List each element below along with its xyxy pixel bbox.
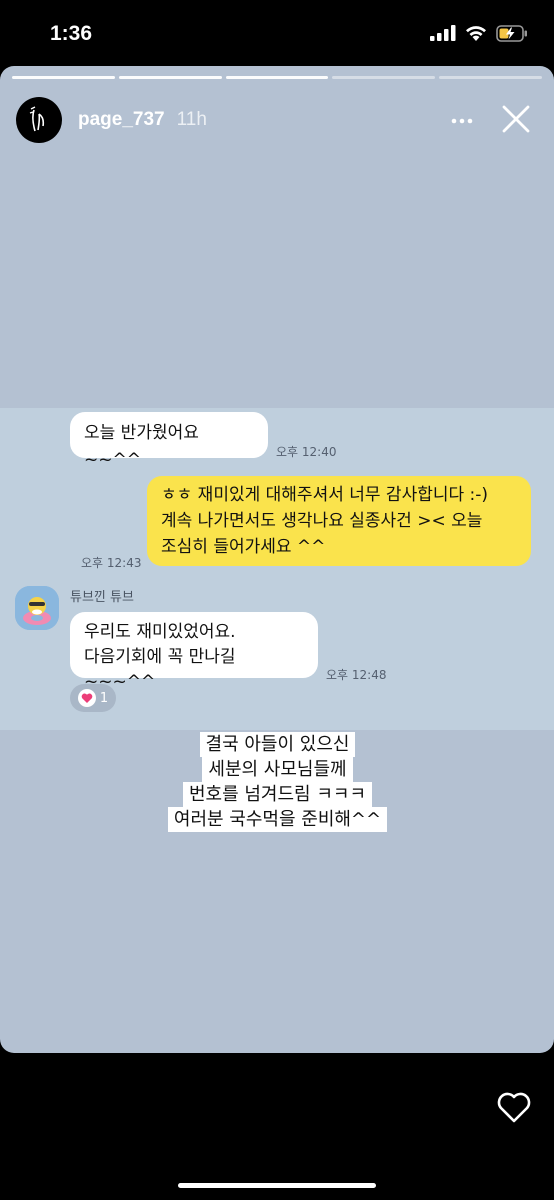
close-icon[interactable] bbox=[500, 103, 532, 135]
story-header: page_737 11h bbox=[16, 97, 542, 143]
home-indicator[interactable] bbox=[178, 1183, 376, 1188]
progress-segment bbox=[439, 76, 542, 79]
chat-screenshot: 오늘 반가웠어요~~^^ 오후 12:40 ㅎㅎ 재미있게 대해주셔서 너무 감… bbox=[0, 408, 554, 730]
caption-line: 여러분 국수먹을 준비해^^ bbox=[167, 807, 388, 832]
message-text: 오늘 반가웠어요~~^^ bbox=[84, 423, 199, 470]
message-line: 다음기회에 꼭 만나길~~~^^ bbox=[84, 647, 236, 692]
chat-bubble-sent: ㅎㅎ 재미있게 대해주셔서 너무 감사합니다 :-) 계속 나가면서도 생각나요… bbox=[147, 476, 531, 566]
battery-charging-icon bbox=[496, 24, 527, 42]
message-line: 계속 나가면서도 생각나요 실종사건 >< 오늘 bbox=[161, 511, 483, 531]
message-line: ㅎㅎ 재미있게 대해주셔서 너무 감사합니다 :-) bbox=[161, 485, 489, 505]
reaction-count: 1 bbox=[99, 690, 109, 706]
story-card[interactable]: page_737 11h 오늘 반가웠어요~~^^ 오후 12:40 ㅎㅎ 재미… bbox=[0, 66, 554, 1053]
story-caption: 결국 아들이 있으신 세분의 사모님들께 번호를 넘겨드림 ㅋㅋㅋ 여러분 국수… bbox=[167, 732, 388, 832]
caption-line: 결국 아들이 있으신 bbox=[199, 732, 356, 757]
progress-segment bbox=[332, 76, 436, 79]
message-line: 우리도 재미있었어요. bbox=[84, 622, 236, 642]
message-line: 조심히 들어가세요 ^^ bbox=[161, 537, 326, 557]
cellular-signal-icon bbox=[430, 25, 456, 41]
heart-reaction-icon bbox=[77, 689, 96, 707]
message-timestamp: 오후 12:48 bbox=[326, 668, 387, 682]
sketch-logo-icon bbox=[29, 106, 45, 132]
status-icons bbox=[430, 24, 528, 42]
sender-name: 튜브낀 튜브 bbox=[70, 590, 134, 605]
story-age: 11h bbox=[176, 109, 207, 130]
progress-segment bbox=[118, 76, 222, 79]
wifi-icon bbox=[466, 26, 486, 41]
message-timestamp: 오후 12:40 bbox=[276, 445, 337, 459]
story-progress-bar bbox=[12, 76, 542, 79]
sticker-character-icon bbox=[15, 586, 59, 630]
message-timestamp: 오후 12:43 bbox=[81, 556, 142, 570]
sender-avatar bbox=[15, 586, 59, 630]
chat-bubble-received: 우리도 재미있었어요. 다음기회에 꼭 만나길~~~^^ bbox=[70, 612, 318, 692]
progress-segment bbox=[225, 76, 329, 79]
status-time: 1:36 bbox=[50, 22, 93, 45]
reaction-badge: 1 bbox=[70, 684, 116, 712]
caption-line: 번호를 넘겨드림 ㅋㅋㅋ bbox=[182, 782, 373, 807]
heart-like-icon[interactable] bbox=[496, 1090, 532, 1124]
caption-line: 세분의 사모님들께 bbox=[202, 757, 353, 782]
progress-segment bbox=[12, 76, 115, 79]
more-options-icon[interactable] bbox=[450, 111, 474, 131]
story-username[interactable]: page_737 bbox=[78, 109, 165, 131]
chat-bubble-received: 오늘 반가웠어요~~^^ bbox=[70, 412, 268, 470]
profile-avatar[interactable] bbox=[16, 97, 62, 143]
